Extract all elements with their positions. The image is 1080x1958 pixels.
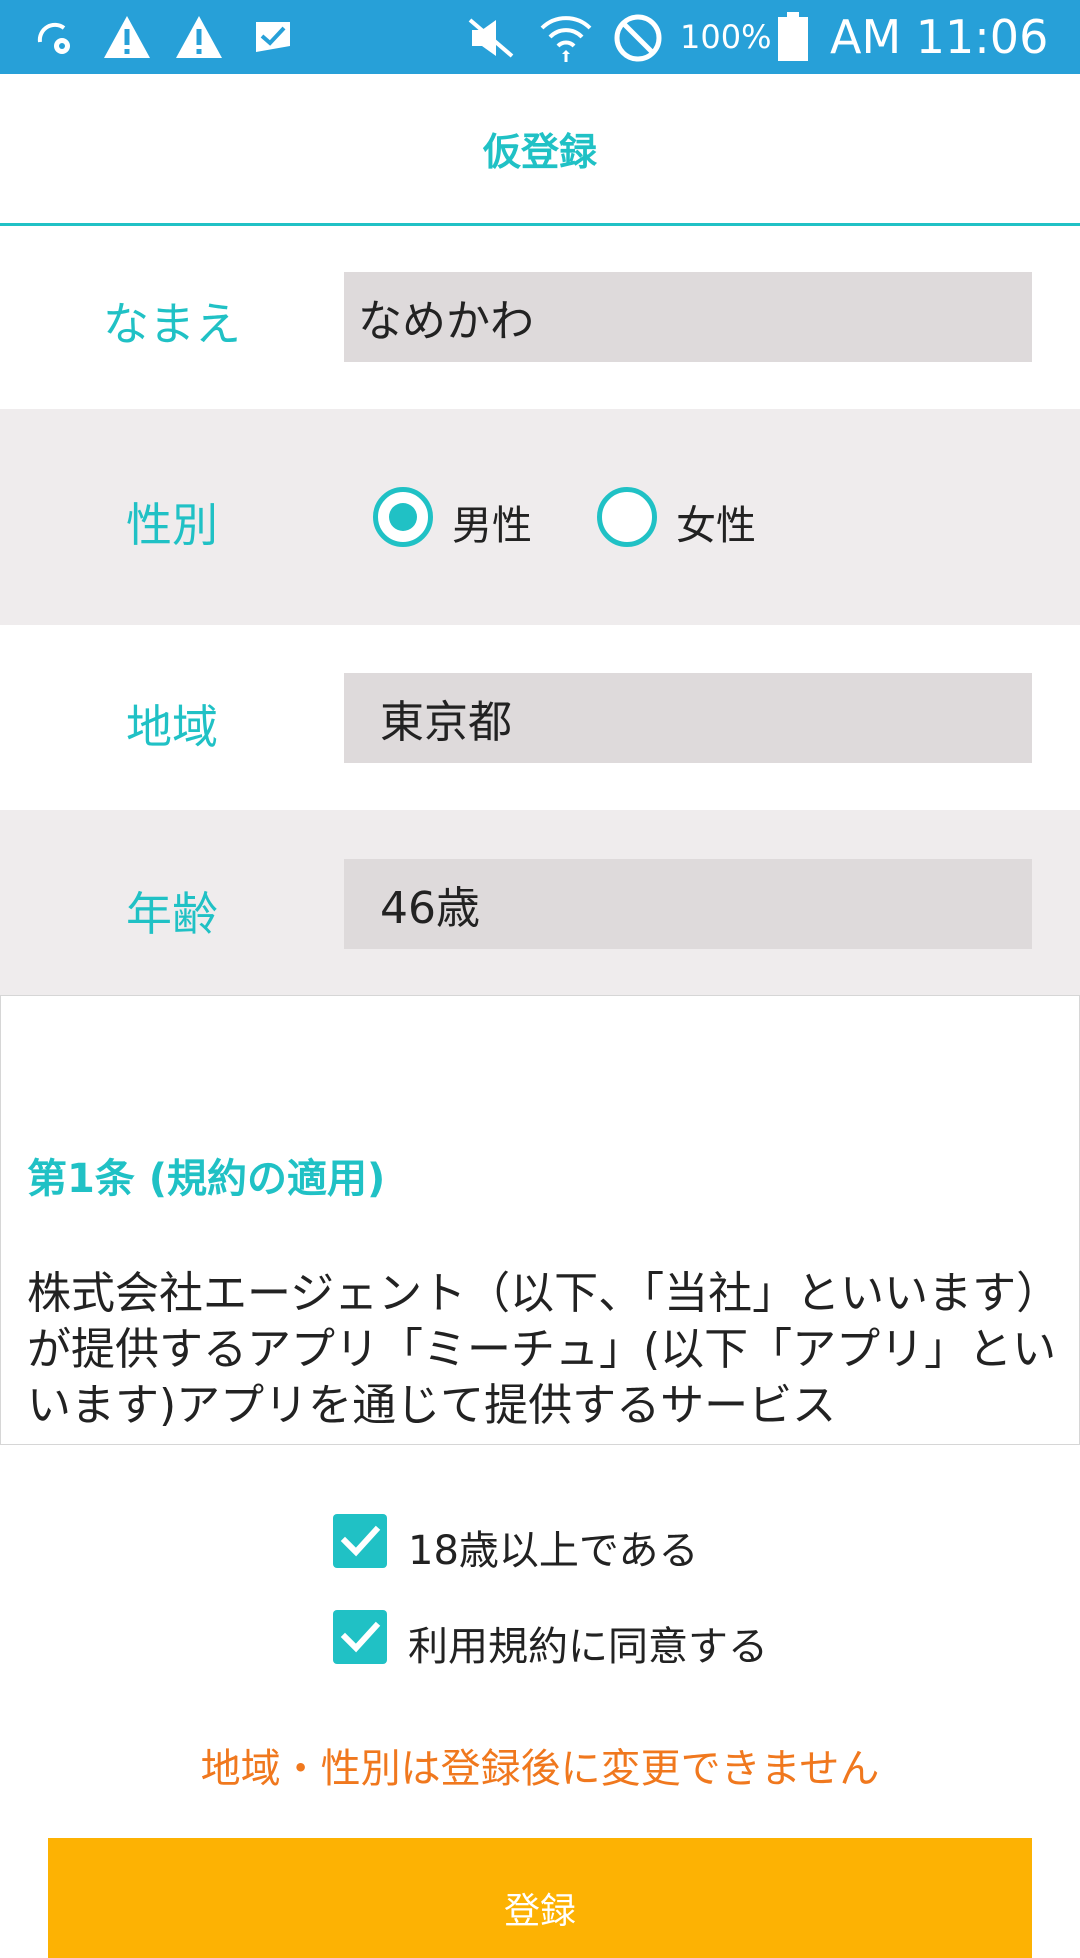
register-button-label: 登録	[503, 1890, 576, 1931]
name-label: なまえ	[103, 297, 241, 351]
terms-body: 株式会社エージェント（以下、「当社」といいます）が提供するアプリ「ミーチュ」(以…	[27, 1268, 1057, 1431]
gender-male-radio[interactable]	[373, 487, 433, 547]
age-select[interactable]: 46歳	[344, 859, 1032, 949]
terms-agree-label[interactable]: 利用規約に同意する	[408, 1614, 768, 1672]
name-value: なめかわ	[358, 296, 534, 347]
gender-female-label[interactable]: 女性	[676, 493, 756, 551]
region-select[interactable]: 東京都	[344, 673, 1032, 763]
age-confirm-label[interactable]: 18歳以上である	[408, 1518, 699, 1576]
name-input[interactable]: なめかわ	[344, 272, 1032, 362]
region-row: 地域 東京都	[0, 625, 1080, 810]
gender-female-radio[interactable]	[597, 487, 657, 547]
mute-icon	[468, 18, 514, 58]
terms-heading: 第1条 (規約の適用)	[27, 1156, 386, 1202]
check-icon	[340, 1525, 381, 1557]
wifi-icon	[540, 16, 592, 62]
region-value: 東京都	[380, 697, 512, 748]
warning-icon	[176, 16, 222, 58]
age-row: 年齢 46歳	[0, 810, 1080, 995]
page-title: 仮登録	[482, 130, 597, 174]
age-value: 46歳	[380, 883, 480, 934]
age-confirm-checkbox[interactable]	[333, 1514, 387, 1568]
notice-text: 地域・性別は登録後に変更できません	[200, 1746, 880, 1792]
title-bar: 仮登録	[0, 74, 1080, 226]
mail-check-icon	[256, 22, 290, 52]
age-label: 年齢	[126, 887, 218, 941]
sync-settings-icon	[37, 22, 70, 54]
gender-label: 性別	[126, 498, 218, 552]
check-icon	[340, 1621, 381, 1653]
region-label: 地域	[126, 700, 218, 754]
terms-agree-checkbox[interactable]	[333, 1610, 387, 1664]
terms-scroll-box[interactable]: 第1条 (規約の適用) 株式会社エージェント（以下、「当社」といいます）が提供す…	[0, 995, 1080, 1445]
clock: AM 11:06	[830, 10, 1049, 64]
register-button[interactable]: 登録	[48, 1838, 1032, 1958]
gender-male-label[interactable]: 男性	[452, 493, 532, 551]
warning-icon	[104, 16, 150, 58]
battery-icon	[778, 12, 808, 61]
status-bar: 100% AM 11:06	[0, 0, 1080, 74]
name-row: なまえ なめかわ	[0, 226, 1080, 409]
blocked-icon	[614, 14, 662, 62]
radio-selected-dot	[389, 503, 417, 531]
gender-row: 性別 男性 女性	[0, 409, 1080, 625]
battery-percent: 100%	[680, 18, 772, 56]
